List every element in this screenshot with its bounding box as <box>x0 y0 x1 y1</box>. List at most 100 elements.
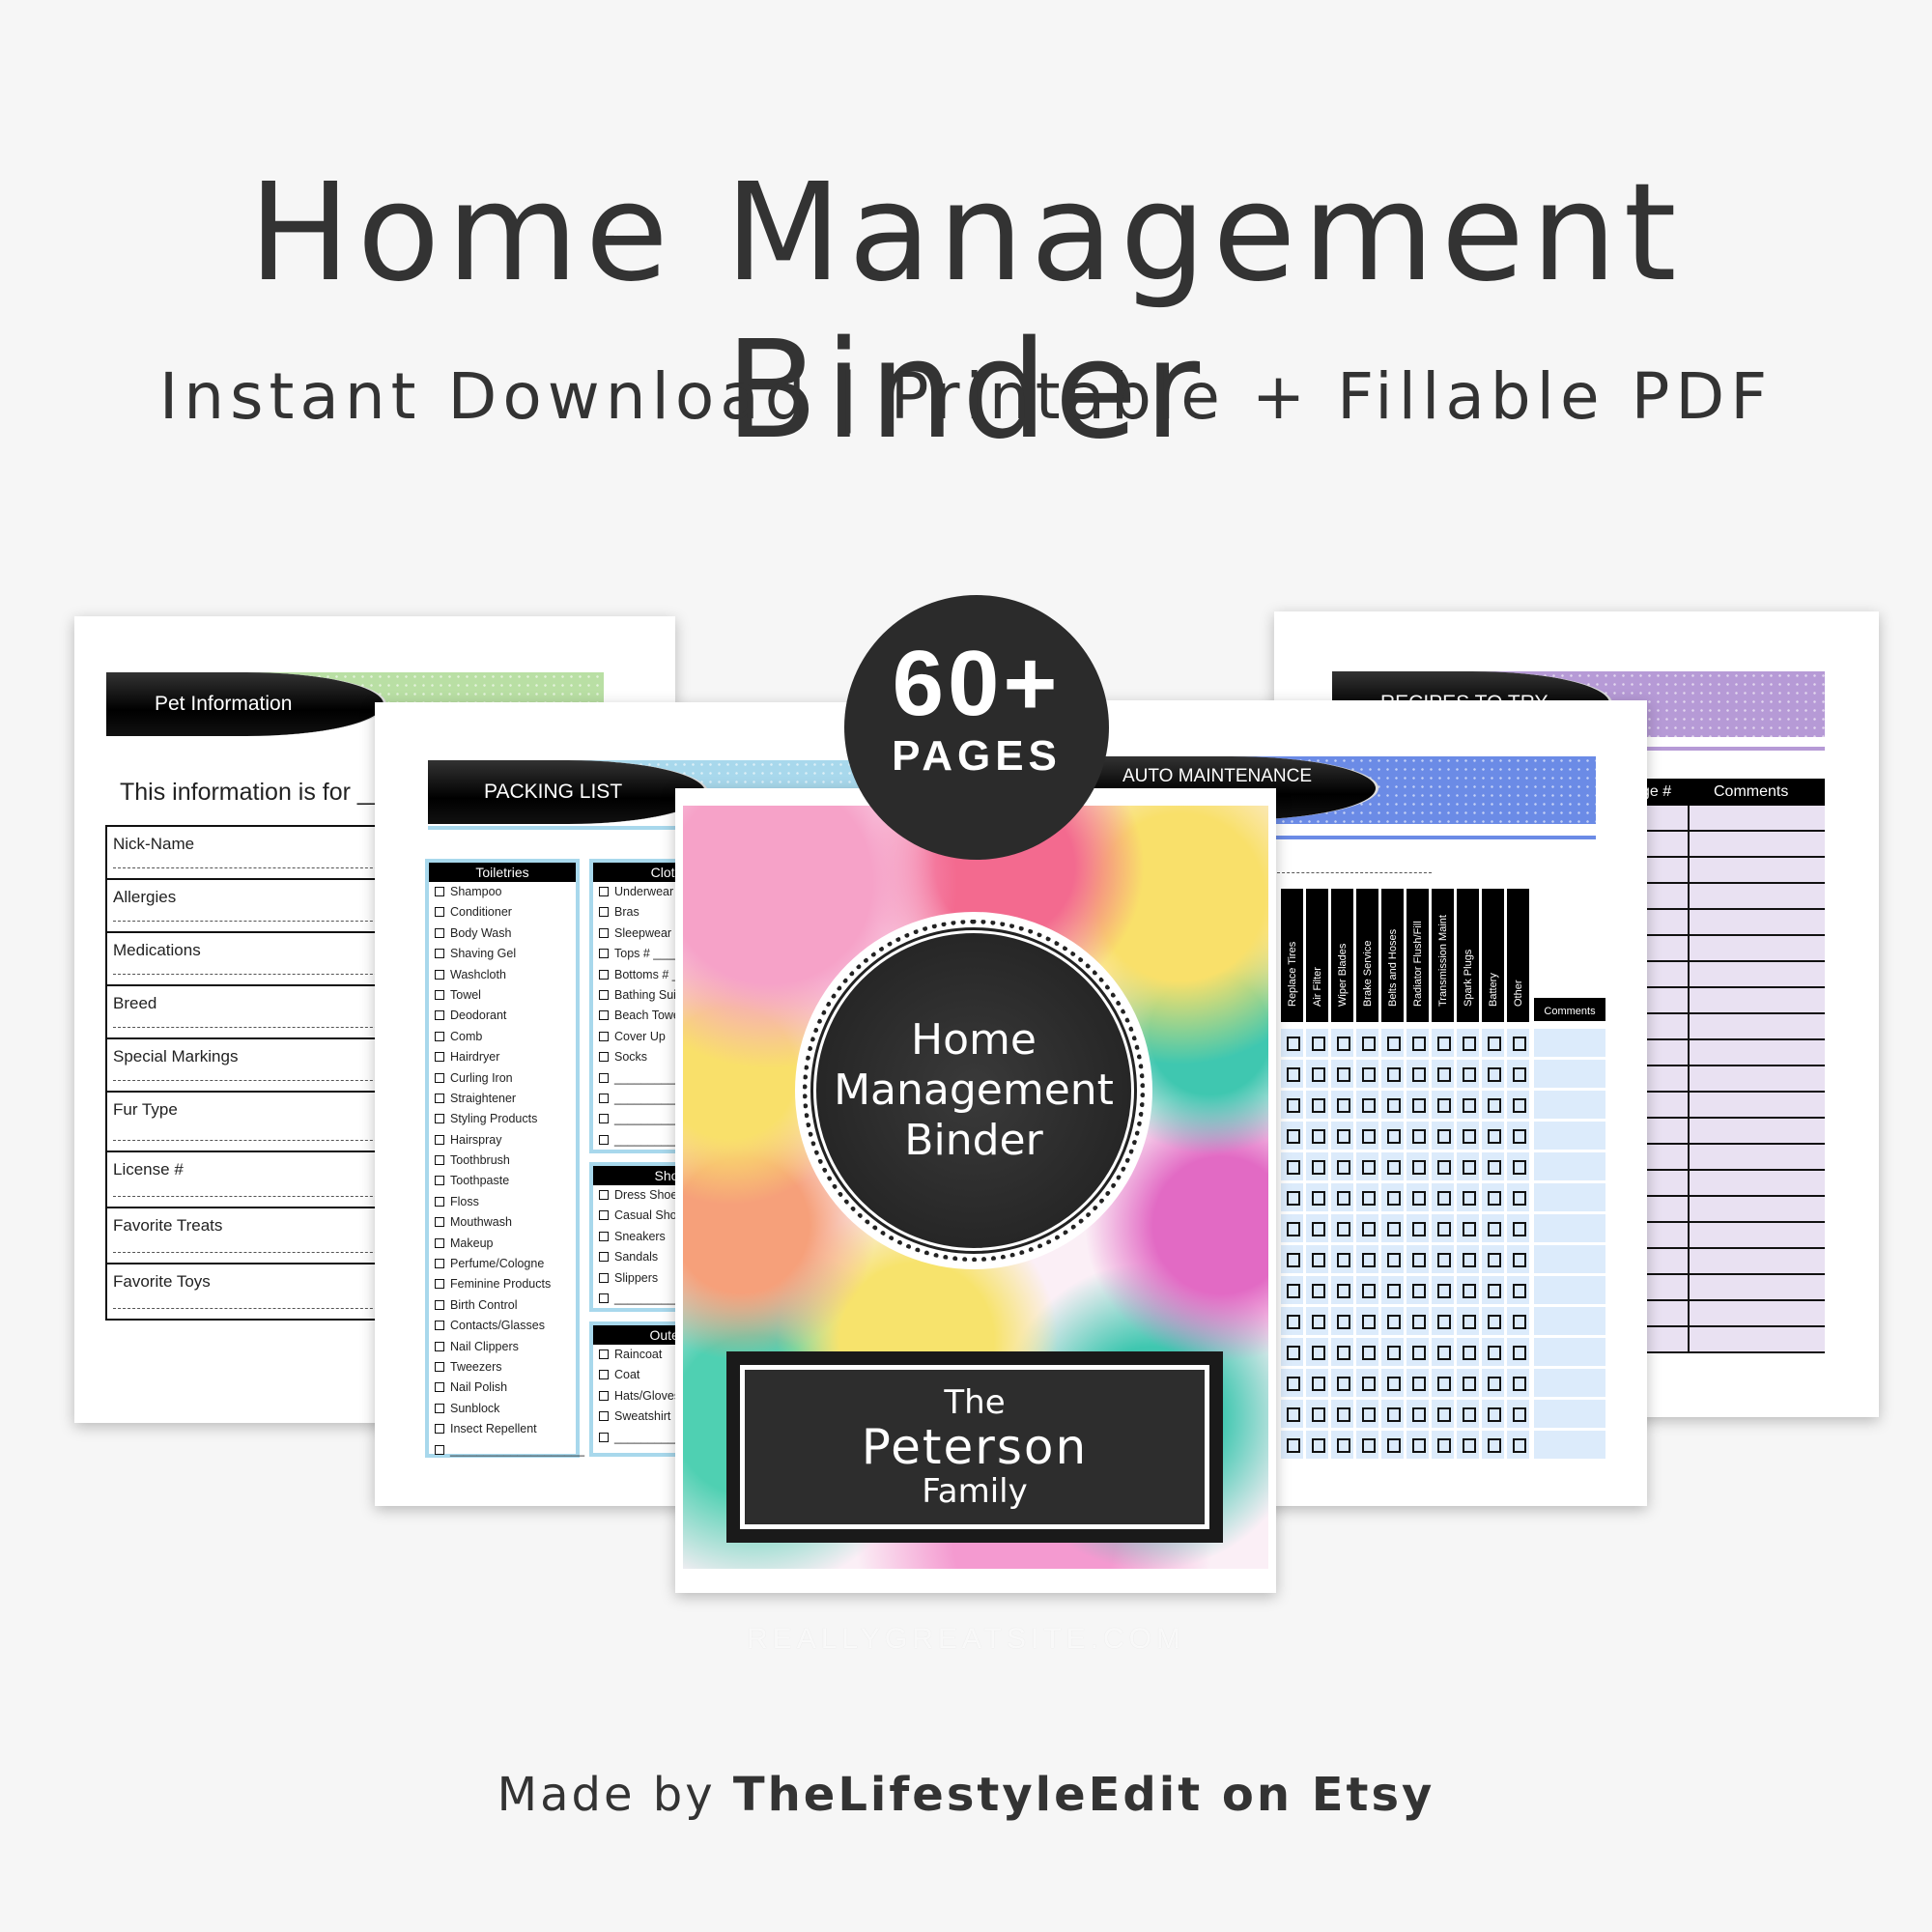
maintenance-checkbox[interactable] <box>1331 1091 1353 1119</box>
maintenance-checkbox[interactable] <box>1356 1276 1378 1304</box>
checklist-item[interactable]: Styling Products <box>429 1109 576 1129</box>
maintenance-checkbox[interactable] <box>1406 1183 1429 1211</box>
maintenance-checkbox[interactable] <box>1482 1183 1504 1211</box>
auto-comment-cell[interactable] <box>1534 1029 1605 1057</box>
maintenance-checkbox[interactable] <box>1406 1122 1429 1150</box>
maintenance-checkbox[interactable] <box>1457 1152 1479 1180</box>
checklist-item[interactable]: Towel <box>429 985 576 1006</box>
checklist-item[interactable]: Toothpaste <box>429 1171 576 1191</box>
maintenance-checkbox[interactable] <box>1331 1307 1353 1335</box>
maintenance-checkbox[interactable] <box>1331 1214 1353 1242</box>
maintenance-checkbox[interactable] <box>1457 1214 1479 1242</box>
checklist-item[interactable]: Perfume/Cologne <box>429 1254 576 1274</box>
maintenance-checkbox[interactable] <box>1406 1338 1429 1366</box>
maintenance-checkbox[interactable] <box>1482 1214 1504 1242</box>
auto-comment-cell[interactable] <box>1534 1183 1605 1211</box>
maintenance-checkbox[interactable] <box>1381 1369 1404 1397</box>
maintenance-checkbox[interactable] <box>1432 1122 1454 1150</box>
checklist-item[interactable]: Curling Iron <box>429 1068 576 1089</box>
footer-brand[interactable]: TheLifestyleEdit on Etsy <box>733 1768 1435 1822</box>
maintenance-checkbox[interactable] <box>1331 1029 1353 1057</box>
checklist-item[interactable]: Mouthwash <box>429 1212 576 1233</box>
maintenance-checkbox[interactable] <box>1331 1060 1353 1088</box>
maintenance-checkbox[interactable] <box>1281 1431 1303 1459</box>
maintenance-checkbox[interactable] <box>1406 1091 1429 1119</box>
maintenance-checkbox[interactable] <box>1406 1307 1429 1335</box>
maintenance-checkbox[interactable] <box>1507 1400 1529 1428</box>
maintenance-checkbox[interactable] <box>1406 1276 1429 1304</box>
checklist-item[interactable]: Shaving Gel <box>429 944 576 964</box>
checklist-item[interactable]: Body Wash <box>429 923 576 944</box>
maintenance-checkbox[interactable] <box>1432 1307 1454 1335</box>
maintenance-checkbox[interactable] <box>1306 1338 1328 1366</box>
maintenance-checkbox[interactable] <box>1482 1431 1504 1459</box>
maintenance-checkbox[interactable] <box>1356 1369 1378 1397</box>
maintenance-checkbox[interactable] <box>1306 1091 1328 1119</box>
checklist-item[interactable]: ____________________ <box>429 1440 584 1461</box>
checklist-item[interactable]: Washcloth <box>429 965 576 985</box>
maintenance-checkbox[interactable] <box>1356 1338 1378 1366</box>
checklist-item[interactable]: Shampoo <box>429 882 576 902</box>
maintenance-checkbox[interactable] <box>1482 1091 1504 1119</box>
maintenance-checkbox[interactable] <box>1457 1245 1479 1273</box>
maintenance-checkbox[interactable] <box>1432 1369 1454 1397</box>
maintenance-checkbox[interactable] <box>1356 1152 1378 1180</box>
checklist-item[interactable]: Straightener <box>429 1089 576 1109</box>
checklist-item[interactable]: Toothbrush <box>429 1151 576 1171</box>
maintenance-checkbox[interactable] <box>1507 1029 1529 1057</box>
maintenance-checkbox[interactable] <box>1381 1400 1404 1428</box>
maintenance-checkbox[interactable] <box>1457 1338 1479 1366</box>
maintenance-checkbox[interactable] <box>1331 1122 1353 1150</box>
maintenance-checkbox[interactable] <box>1507 1245 1529 1273</box>
maintenance-checkbox[interactable] <box>1406 1152 1429 1180</box>
auto-comment-cell[interactable] <box>1534 1214 1605 1242</box>
auto-comment-cell[interactable] <box>1534 1152 1605 1180</box>
maintenance-checkbox[interactable] <box>1281 1400 1303 1428</box>
maintenance-checkbox[interactable] <box>1482 1029 1504 1057</box>
checklist-item[interactable]: Tweezers <box>429 1357 576 1378</box>
checklist-item[interactable]: Insect Repellent <box>429 1419 576 1439</box>
maintenance-checkbox[interactable] <box>1306 1214 1328 1242</box>
maintenance-checkbox[interactable] <box>1381 1245 1404 1273</box>
maintenance-checkbox[interactable] <box>1306 1276 1328 1304</box>
maintenance-checkbox[interactable] <box>1432 1183 1454 1211</box>
maintenance-checkbox[interactable] <box>1406 1214 1429 1242</box>
maintenance-checkbox[interactable] <box>1457 1307 1479 1335</box>
maintenance-checkbox[interactable] <box>1482 1152 1504 1180</box>
maintenance-checkbox[interactable] <box>1457 1369 1479 1397</box>
maintenance-checkbox[interactable] <box>1507 1122 1529 1150</box>
maintenance-checkbox[interactable] <box>1281 1214 1303 1242</box>
checklist-item[interactable]: Contacts/Glasses <box>429 1316 576 1336</box>
maintenance-checkbox[interactable] <box>1507 1431 1529 1459</box>
maintenance-checkbox[interactable] <box>1457 1400 1479 1428</box>
auto-comment-cell[interactable] <box>1534 1060 1605 1088</box>
maintenance-checkbox[interactable] <box>1356 1245 1378 1273</box>
maintenance-checkbox[interactable] <box>1507 1060 1529 1088</box>
maintenance-checkbox[interactable] <box>1356 1214 1378 1242</box>
maintenance-checkbox[interactable] <box>1356 1307 1378 1335</box>
maintenance-checkbox[interactable] <box>1331 1369 1353 1397</box>
maintenance-checkbox[interactable] <box>1381 1276 1404 1304</box>
checklist-item[interactable]: Comb <box>429 1027 576 1047</box>
maintenance-checkbox[interactable] <box>1432 1338 1454 1366</box>
checklist-item[interactable]: Makeup <box>429 1234 576 1254</box>
maintenance-checkbox[interactable] <box>1306 1029 1328 1057</box>
maintenance-checkbox[interactable] <box>1306 1431 1328 1459</box>
maintenance-checkbox[interactable] <box>1457 1091 1479 1119</box>
checklist-item[interactable]: Hairdryer <box>429 1047 576 1067</box>
maintenance-checkbox[interactable] <box>1331 1276 1353 1304</box>
maintenance-checkbox[interactable] <box>1281 1245 1303 1273</box>
maintenance-checkbox[interactable] <box>1457 1276 1479 1304</box>
maintenance-checkbox[interactable] <box>1356 1400 1378 1428</box>
maintenance-checkbox[interactable] <box>1281 1060 1303 1088</box>
maintenance-checkbox[interactable] <box>1281 1029 1303 1057</box>
maintenance-checkbox[interactable] <box>1482 1060 1504 1088</box>
checklist-item[interactable]: Feminine Products <box>429 1274 576 1294</box>
maintenance-checkbox[interactable] <box>1457 1029 1479 1057</box>
maintenance-checkbox[interactable] <box>1306 1060 1328 1088</box>
maintenance-checkbox[interactable] <box>1381 1307 1404 1335</box>
maintenance-checkbox[interactable] <box>1331 1152 1353 1180</box>
maintenance-checkbox[interactable] <box>1432 1214 1454 1242</box>
maintenance-checkbox[interactable] <box>1507 1152 1529 1180</box>
auto-comment-cell[interactable] <box>1534 1245 1605 1273</box>
